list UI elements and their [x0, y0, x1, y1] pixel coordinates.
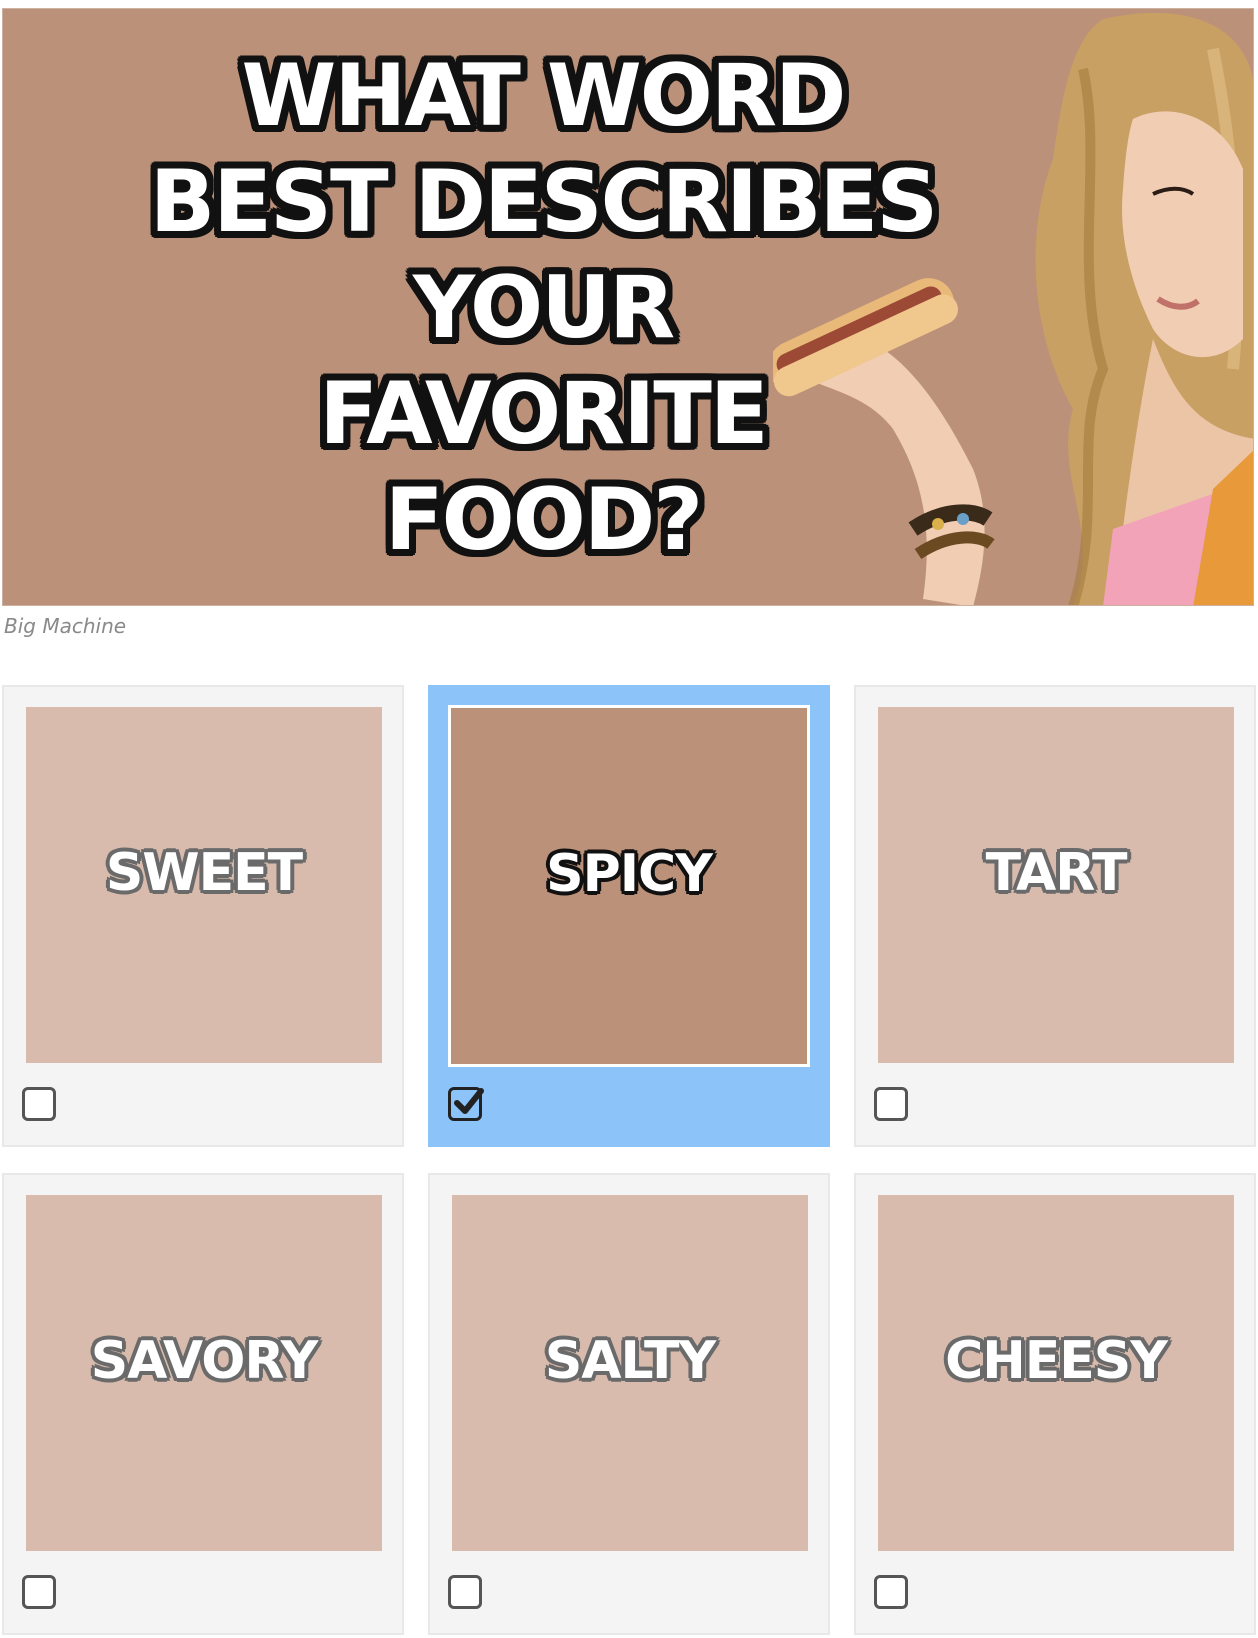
answer-grid: SWEET SPICY TART SAVORY SALTY CHEESY — [2, 685, 1256, 1635]
answer-tile: SALTY — [452, 1195, 808, 1551]
answer-option-tart[interactable]: TART — [854, 685, 1256, 1147]
answer-label: SWEET — [105, 843, 303, 903]
answer-tile: TART — [878, 707, 1234, 1063]
answer-label: SALTY — [544, 1331, 716, 1391]
answer-label: SPICY — [546, 844, 713, 904]
answer-option-savory[interactable]: SAVORY — [2, 1173, 404, 1635]
checkbox-checked[interactable] — [448, 1087, 484, 1121]
answer-tile: SPICY — [448, 705, 810, 1067]
answer-option-spicy[interactable]: SPICY — [428, 685, 830, 1147]
answer-option-sweet[interactable]: SWEET — [2, 685, 404, 1147]
quiz-header-image: WHAT WORD BEST DESCRIBES YOUR FAVORITE F… — [2, 8, 1254, 606]
checkbox-unchecked[interactable] — [22, 1087, 56, 1121]
answer-tile: SAVORY — [26, 1195, 382, 1551]
answer-label: TART — [985, 843, 1128, 903]
checkbox-unchecked[interactable] — [22, 1575, 56, 1609]
checkbox-unchecked[interactable] — [874, 1087, 908, 1121]
checkmark-icon — [454, 1088, 484, 1114]
answer-tile: CHEESY — [878, 1195, 1234, 1551]
answer-option-salty[interactable]: SALTY — [428, 1173, 830, 1635]
image-credit: Big Machine — [4, 614, 127, 638]
checkbox-unchecked[interactable] — [448, 1575, 482, 1609]
checkbox-unchecked[interactable] — [874, 1575, 908, 1609]
woman-holding-hotdog-photo — [773, 12, 1253, 605]
answer-label: SAVORY — [90, 1331, 319, 1391]
answer-label: CHEESY — [945, 1331, 1168, 1391]
answer-option-cheesy[interactable]: CHEESY — [854, 1173, 1256, 1635]
answer-tile: SWEET — [26, 707, 382, 1063]
